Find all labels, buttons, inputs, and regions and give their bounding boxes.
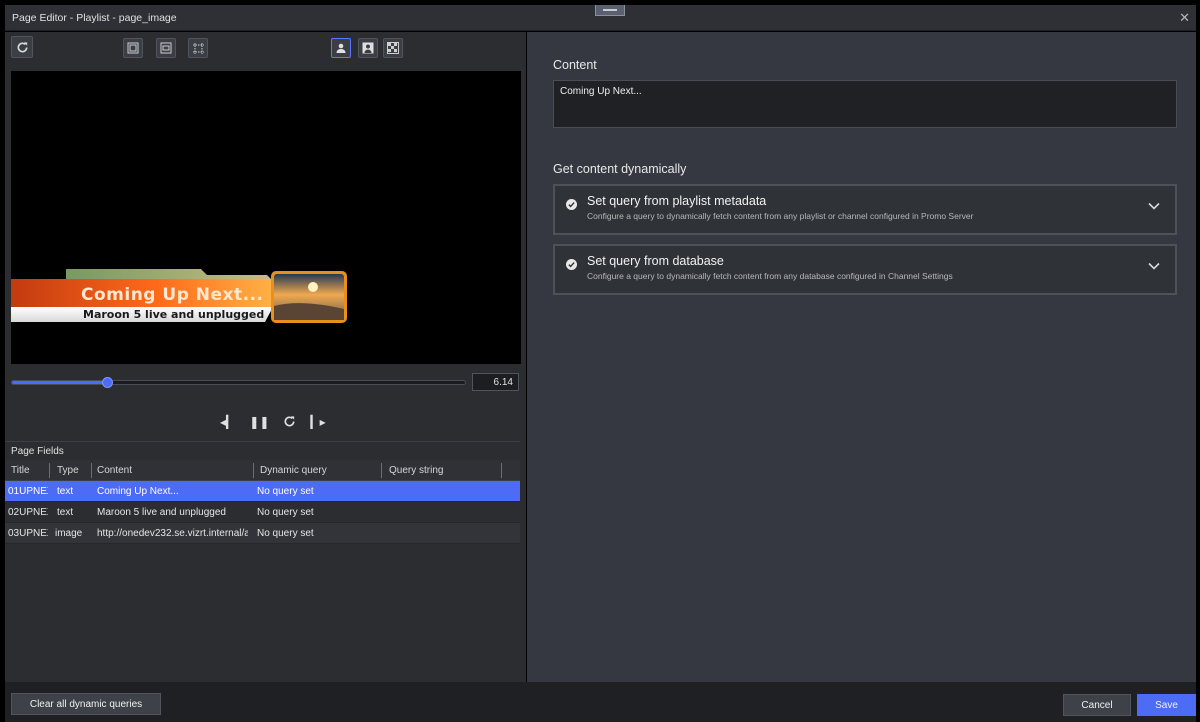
person-icon [336, 43, 346, 53]
content-label: Content [553, 58, 597, 72]
bounding-box-icon [192, 42, 204, 54]
database-query-accordion[interactable]: Set query from database Configure a quer… [553, 244, 1177, 295]
column-type[interactable]: Type [57, 465, 79, 476]
cell-title: 03UPNEX [8, 528, 48, 539]
bounding-box-button[interactable] [188, 38, 208, 58]
cell-content: http://onedev232.se.vizrt.internal/ap [97, 528, 248, 539]
save-button[interactable]: Save [1137, 694, 1196, 716]
checker-icon [387, 42, 399, 54]
refresh-icon [17, 41, 28, 52]
column-title[interactable]: Title [11, 465, 30, 476]
cell-type: text [57, 486, 74, 497]
column-dynamic-query[interactable]: Dynamic query [260, 465, 327, 476]
step-forward-icon[interactable]: ▎▸ [310, 416, 325, 428]
accordion-description: Configure a query to dynamically fetch c… [587, 271, 953, 281]
table-row[interactable]: 02UPNEX text Maroon 5 live and unplugged… [5, 502, 520, 523]
drag-handle-icon[interactable] [595, 5, 625, 16]
pause-icon[interactable]: ❚❚ [249, 416, 269, 428]
check-circle-icon [566, 199, 577, 210]
clear-dynamic-queries-button[interactable]: Clear all dynamic queries [11, 693, 161, 715]
title-area-button[interactable] [156, 38, 176, 58]
check-circle-icon [566, 259, 577, 270]
cell-type: image [55, 528, 83, 539]
time-field[interactable]: 6.14 [472, 373, 519, 391]
accordion-title: Set query from playlist metadata [587, 194, 767, 208]
cell-content: Maroon 5 live and unplugged [97, 507, 226, 518]
chevron-down-icon[interactable] [1148, 262, 1160, 270]
close-icon[interactable]: ✕ [1179, 11, 1190, 24]
dialog-footer [5, 682, 1196, 722]
properties-pane [527, 32, 1196, 682]
headline-text: Coming Up Next... [81, 285, 264, 305]
view-background-button[interactable] [383, 38, 403, 58]
person-framed-icon [362, 42, 374, 54]
cell-dynamic-query: No query set [257, 528, 314, 539]
preview-viewport[interactable]: Coming Up Next... Maroon 5 live and unpl… [11, 71, 521, 364]
view-fill-button[interactable] [358, 38, 378, 58]
timeline-slider[interactable] [11, 377, 466, 388]
safe-area-button[interactable] [123, 38, 143, 58]
accordion-title: Set query from database [587, 254, 724, 268]
column-query-string[interactable]: Query string [389, 465, 443, 476]
column-content[interactable]: Content [97, 465, 132, 476]
step-back-icon[interactable]: ◂▎ [220, 416, 235, 428]
chevron-down-icon[interactable] [1148, 202, 1160, 210]
safe-area-icon [127, 42, 139, 54]
table-row[interactable]: 03UPNEX image http://onedev232.se.vizrt.… [5, 523, 520, 544]
view-key-button[interactable] [331, 38, 351, 58]
playlist-query-accordion[interactable]: Set query from playlist metadata Configu… [553, 184, 1177, 235]
cell-content: Coming Up Next... [97, 486, 179, 497]
window-title: Page Editor - Playlist - page_image [12, 12, 177, 24]
cell-title: 01UPNEX [8, 486, 48, 497]
title-area-icon [160, 42, 172, 54]
playback-controls: ◂▎ ❚❚ ▎▸ [220, 412, 326, 432]
cell-dynamic-query: No query set [257, 486, 314, 497]
cell-type: text [57, 507, 74, 518]
restart-icon[interactable] [283, 415, 296, 430]
page-fields-label: Page Fields [5, 441, 520, 460]
table-row[interactable]: 01UPNEX text Coming Up Next... No query … [5, 481, 520, 502]
page-fields-table: Title Type Content Dynamic query Query s… [5, 460, 520, 544]
dynamic-content-label: Get content dynamically [553, 162, 687, 176]
timeline-progress [12, 381, 108, 384]
content-textarea[interactable]: Coming Up Next... [553, 80, 1177, 128]
subline-text: Maroon 5 live and unplugged [83, 308, 265, 321]
cell-title: 02UPNEX [8, 507, 48, 518]
cancel-button[interactable]: Cancel [1063, 694, 1131, 716]
accordion-description: Configure a query to dynamically fetch c… [587, 211, 974, 221]
cell-dynamic-query: No query set [257, 507, 314, 518]
refresh-button[interactable] [11, 36, 33, 58]
window-titlebar: Page Editor - Playlist - page_image ✕ [5, 5, 1196, 31]
table-header: Title Type Content Dynamic query Query s… [5, 460, 520, 481]
